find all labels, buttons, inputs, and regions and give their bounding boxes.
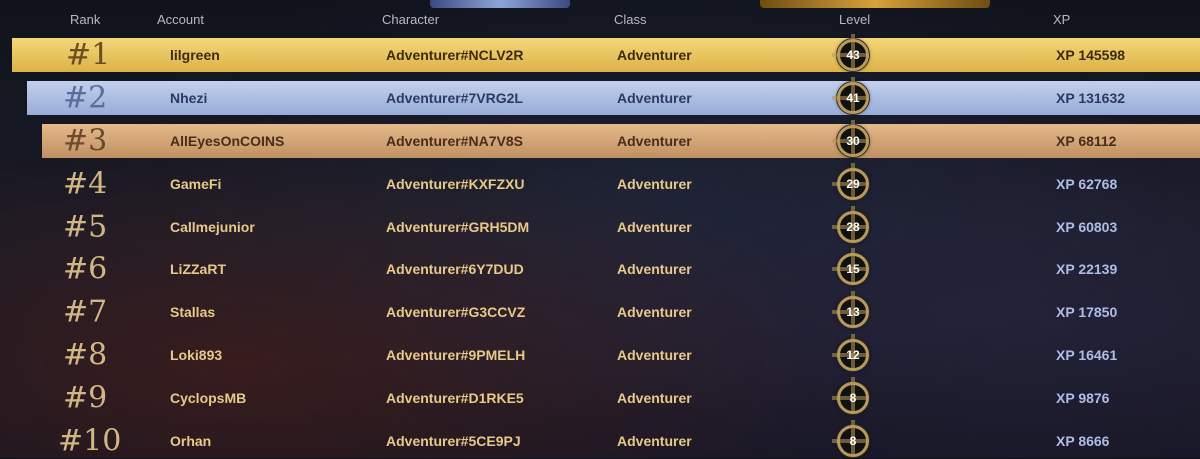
account-name[interactable]: lilgreen: [170, 47, 220, 63]
header-account: Account: [157, 12, 204, 27]
xp-value: XP 22139: [1056, 261, 1118, 277]
rank-number: #9: [63, 380, 108, 416]
character-name: Adventurer#D1RKE5: [386, 390, 524, 406]
character-name: Adventurer#6Y7DUD: [386, 261, 524, 277]
account-name[interactable]: AllEyesOnCOINS: [170, 133, 284, 149]
rank-number: #10: [58, 423, 122, 459]
character-name: Adventurer#NCLV2R: [386, 47, 524, 63]
account-name[interactable]: Loki893: [170, 347, 222, 363]
character-name: Adventurer#NA7V8S: [386, 133, 523, 149]
rank-number: #5: [63, 209, 108, 245]
class-name: Adventurer: [617, 90, 692, 106]
class-name: Adventurer: [617, 47, 692, 63]
account-name[interactable]: Callmejunior: [170, 219, 255, 235]
level-badge: 30: [837, 125, 869, 157]
level-badge: 41: [837, 82, 869, 114]
account-name[interactable]: CyclopsMB: [170, 390, 246, 406]
level-badge: 43: [837, 39, 869, 71]
xp-value: XP 16461: [1056, 347, 1118, 363]
level-badge: 28: [837, 211, 869, 243]
class-name: Adventurer: [617, 347, 692, 363]
level-badge: 29: [837, 168, 869, 200]
class-name: Adventurer: [617, 304, 692, 320]
account-name[interactable]: LiZZaRT: [170, 261, 226, 277]
character-name: Adventurer#G3CCVZ: [386, 304, 526, 320]
header-class: Class: [614, 12, 647, 27]
rank-number: #3: [63, 123, 108, 159]
class-name: Adventurer: [617, 219, 692, 235]
character-name: Adventurer#KXFZXU: [386, 176, 525, 192]
account-name[interactable]: Nhezi: [170, 90, 207, 106]
character-name: Adventurer#7VRG2L: [386, 90, 523, 106]
xp-value: XP 17850: [1056, 304, 1118, 320]
level-badge: 13: [837, 296, 869, 328]
class-name: Adventurer: [617, 133, 692, 149]
character-name: Adventurer#9PMELH: [386, 347, 526, 363]
account-name[interactable]: GameFi: [170, 176, 221, 192]
xp-value: XP 62768: [1056, 176, 1118, 192]
class-name: Adventurer: [617, 390, 692, 406]
leaderboard-header: Rank Account Character Class Level XP: [0, 0, 1200, 38]
account-name[interactable]: Orhan: [170, 433, 211, 449]
xp-value: XP 131632: [1056, 90, 1126, 106]
level-badge: 15: [837, 253, 869, 285]
header-character: Character: [382, 12, 440, 27]
character-name: Adventurer#GRH5DM: [386, 219, 530, 235]
level-badge: 8: [837, 425, 869, 457]
rank-number: #6: [63, 251, 108, 287]
rank-number: #4: [63, 166, 108, 202]
character-name: Adventurer#5CE9PJ: [386, 433, 521, 449]
xp-value: XP 60803: [1056, 219, 1118, 235]
level-badge: 8: [837, 382, 869, 414]
header-rank: Rank: [70, 12, 101, 27]
header-level: Level: [839, 12, 871, 27]
xp-value: XP 8666: [1056, 433, 1110, 449]
rank-number: #2: [63, 80, 108, 116]
level-badge: 12: [837, 339, 869, 371]
rank-number: #1: [66, 37, 111, 73]
rank-number: #7: [63, 294, 108, 330]
xp-value: XP 9876: [1056, 390, 1110, 406]
xp-value: XP 68112: [1056, 133, 1117, 149]
xp-value: XP 145598: [1056, 47, 1126, 63]
class-name: Adventurer: [617, 261, 692, 277]
class-name: Adventurer: [617, 433, 692, 449]
rank-number: #8: [63, 337, 108, 373]
header-xp: XP: [1053, 12, 1071, 27]
class-name: Adventurer: [617, 176, 692, 192]
account-name[interactable]: Stallas: [170, 304, 215, 320]
